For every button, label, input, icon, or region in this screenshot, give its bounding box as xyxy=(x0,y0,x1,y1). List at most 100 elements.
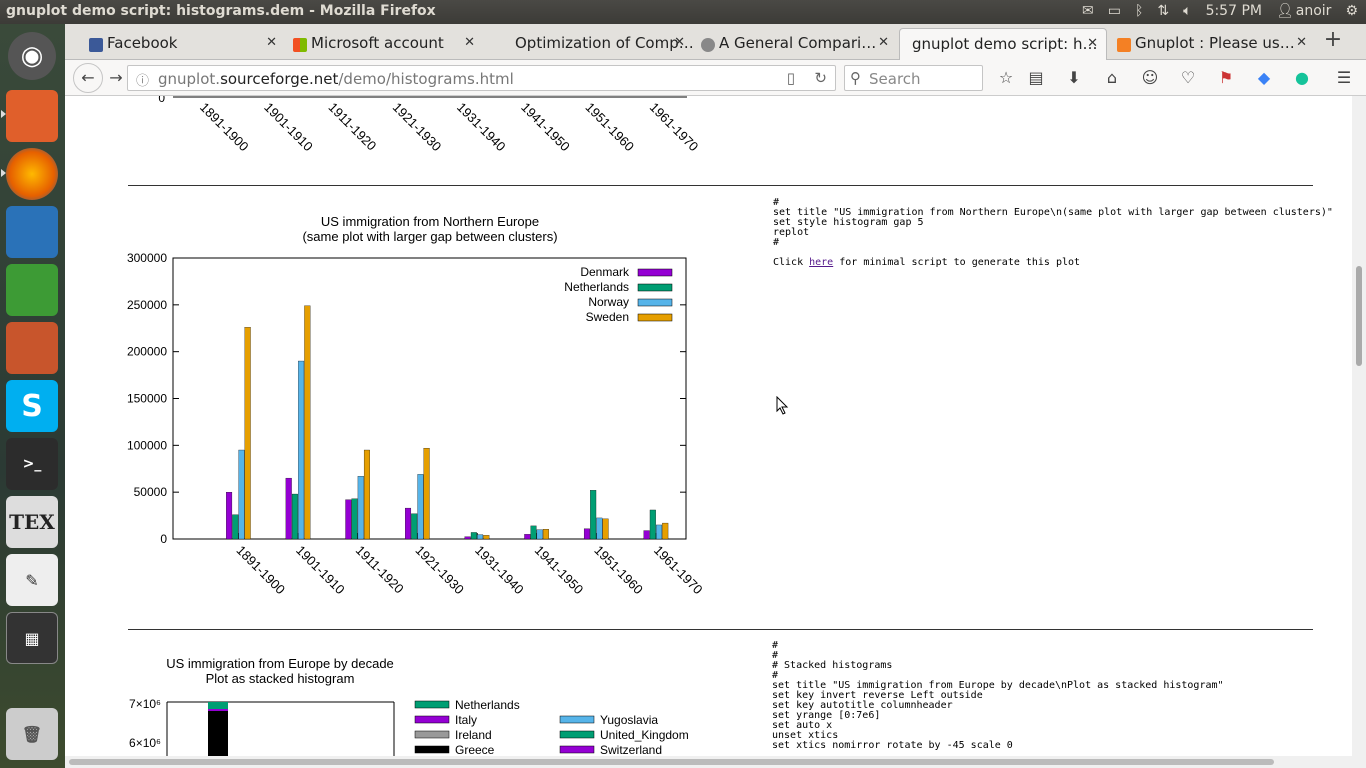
library-icon[interactable]: ▤ xyxy=(1023,66,1049,90)
tab-general-comparison[interactable]: A General Compari… ✕ xyxy=(695,28,897,60)
home-icon[interactable]: ⌂ xyxy=(1099,66,1125,90)
mouse-cursor xyxy=(776,396,789,415)
x-tick-label: 1941-1950 xyxy=(518,100,573,155)
system-tray: ✉ ▭ ᛒ ⇅ 🔈︎ 5:57 PM 👤︎ anoir ⚙ xyxy=(1082,3,1358,19)
text-editor-icon[interactable]: ✎ xyxy=(6,554,58,606)
menu-icon[interactable]: ☰ xyxy=(1331,66,1357,90)
northern-europe-chart: US immigration from Northern Europe (sam… xyxy=(127,214,706,598)
url-bar[interactable]: ⓘ gnuplot.sourceforge.net/demo/histogram… xyxy=(127,65,836,91)
firefox-icon[interactable] xyxy=(6,148,58,200)
tab-gnuplot-demo[interactable]: gnuplot demo script: h… ✕ xyxy=(899,28,1107,60)
download-icon[interactable]: ⬇ xyxy=(1061,66,1087,90)
scroll-thumb[interactable] xyxy=(1356,266,1362,366)
tab-microsoft-account[interactable]: Microsoft account ✕ xyxy=(287,28,483,60)
legend-swatch xyxy=(637,283,673,292)
calc-icon[interactable] xyxy=(6,264,58,316)
battery-icon[interactable]: ▭ xyxy=(1108,3,1121,19)
stacked-bar-segment xyxy=(208,709,228,711)
trash-icon[interactable]: 🗑︎ xyxy=(6,708,58,760)
user-name[interactable]: anoir xyxy=(1296,3,1332,19)
y-tick-label: 50000 xyxy=(134,485,168,499)
x-tick-label: 1911-1920 xyxy=(326,100,380,154)
volume-icon[interactable]: 🔈︎ xyxy=(1183,3,1191,19)
legend-label: Ireland xyxy=(455,728,492,742)
stacked-chart-subtitle: Plot as stacked histogram xyxy=(206,671,355,686)
info-icon[interactable]: ⓘ xyxy=(136,70,149,89)
new-tab-button[interactable]: + xyxy=(1320,28,1346,52)
bookmark-star-icon[interactable]: ☆ xyxy=(993,66,1019,90)
bar-netherlands xyxy=(232,514,239,540)
user-icon[interactable]: 👤︎ xyxy=(1276,3,1294,19)
here-link[interactable]: here xyxy=(809,257,833,268)
legend-label: Switzerland xyxy=(600,743,662,756)
files-icon[interactable] xyxy=(6,90,58,142)
close-icon[interactable]: ✕ xyxy=(674,35,685,50)
bar-norway xyxy=(417,474,424,540)
site-icon xyxy=(701,38,715,52)
x-tick-label: 1901-1910 xyxy=(293,543,348,598)
close-icon[interactable]: ✕ xyxy=(1087,36,1098,51)
terminal-icon[interactable]: >_ xyxy=(6,438,58,490)
bar-denmark xyxy=(285,477,292,540)
script-code-block: # set title "US immigration from Norther… xyxy=(773,197,1333,248)
reload-icon[interactable]: ↻ xyxy=(814,69,827,87)
skype-icon[interactable]: S xyxy=(6,380,58,432)
horizontal-scrollbar[interactable] xyxy=(65,756,1366,768)
bar-sweden xyxy=(244,327,251,540)
tab-gnuplot-stackoverflow[interactable]: Gnuplot : Please us… ✕ xyxy=(1111,28,1315,60)
nav-bar: ← → ⓘ gnuplot.sourceforge.net/demo/histo… xyxy=(65,60,1366,96)
close-icon[interactable]: ✕ xyxy=(878,35,889,50)
extension-icon[interactable]: ◆ xyxy=(1251,66,1277,90)
tex-icon[interactable]: TEX xyxy=(6,496,58,548)
hello-icon[interactable]: ☺ xyxy=(1137,66,1163,90)
clock[interactable]: 5:57 PM xyxy=(1206,3,1262,19)
bar-denmark xyxy=(464,536,471,540)
bar-denmark xyxy=(345,499,352,540)
tab-bar: Facebook ✕ Microsoft account ✕ Optimizatio… xyxy=(65,24,1366,60)
bar-sweden xyxy=(304,305,311,540)
bar-netherlands xyxy=(530,525,537,540)
impress-icon[interactable] xyxy=(6,322,58,374)
mail-icon[interactable]: ✉ xyxy=(1082,3,1094,19)
network-icon[interactable]: ⇅ xyxy=(1157,3,1169,19)
gear-icon[interactable]: ⚙ xyxy=(1345,3,1358,19)
ubuntu-logo-icon[interactable]: ◉ xyxy=(8,32,56,80)
bar-denmark xyxy=(524,534,531,540)
close-icon[interactable]: ✕ xyxy=(1296,35,1307,50)
legend-label: Netherlands xyxy=(564,280,629,294)
previous-chart: 0 1891-1900 1901-1910 1911-1920 1921-1930 19… xyxy=(158,96,701,155)
close-icon[interactable]: ✕ xyxy=(464,35,475,50)
bar-netherlands xyxy=(291,493,298,540)
microsoft-icon xyxy=(293,38,307,52)
x-tick-label: 1891-1900 xyxy=(197,100,252,155)
writer-icon[interactable] xyxy=(6,206,58,258)
y-tick-label: 150000 xyxy=(127,392,167,406)
vertical-scrollbar[interactable] xyxy=(1352,96,1366,756)
legend-label: Denmark xyxy=(580,265,630,279)
workspaces-icon[interactable]: ▦ xyxy=(6,612,58,664)
bar-denmark xyxy=(583,528,590,540)
search-input[interactable]: ⚲ Search xyxy=(844,65,983,91)
tab-facebook[interactable]: Facebook ✕ xyxy=(83,28,285,60)
grammarly-icon[interactable]: ● xyxy=(1289,66,1315,90)
y-tick-label: 200000 xyxy=(127,345,167,359)
scroll-thumb[interactable] xyxy=(69,759,1274,765)
legend-swatch xyxy=(559,745,595,754)
reader-view-icon[interactable]: ▯ xyxy=(787,69,795,87)
bar-sweden xyxy=(542,529,549,540)
page-content: 0 1891-1900 1901-1910 1911-1920 1921-1930 19… xyxy=(65,96,1352,756)
legend-label: Norway xyxy=(588,295,629,309)
x-tick-label: 1951-1960 xyxy=(583,100,638,155)
bar-sweden xyxy=(423,447,430,540)
forward-button[interactable]: → xyxy=(103,66,129,90)
bluetooth-icon[interactable]: ᛒ xyxy=(1135,3,1143,19)
back-button[interactable]: ← xyxy=(73,63,103,93)
pocket-icon[interactable]: ♡ xyxy=(1175,66,1201,90)
stacked-histogram-chart: US immigration from Europe by decade Plo… xyxy=(129,656,689,756)
flag-icon[interactable]: ⚑ xyxy=(1213,66,1239,90)
search-icon: ⚲ xyxy=(850,69,861,87)
close-icon[interactable]: ✕ xyxy=(266,35,277,50)
bar-norway xyxy=(656,524,663,540)
tab-optimization[interactable]: Optimization of Comp… ✕ xyxy=(491,28,693,60)
bar-denmark xyxy=(226,492,233,540)
